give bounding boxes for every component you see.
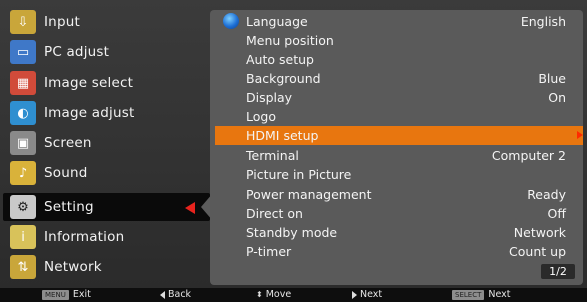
key-guide-footer: MENU Exit Back ⬍ Move Next SELECT Next [0, 288, 587, 302]
image-select-icon: ▦ [10, 71, 36, 95]
setting-value: Off [547, 206, 566, 221]
information-icon: i [10, 225, 36, 249]
setting-label: Language [246, 14, 308, 29]
menu-item-screen[interactable]: ▣ Screen [3, 129, 210, 157]
setting-value: On [548, 90, 566, 105]
menu-item-setting[interactable]: ⚙ Setting [3, 193, 213, 221]
footer-select-label: Next [488, 289, 511, 300]
menu-item-label: Screen [44, 135, 92, 151]
screen-icon: ▣ [10, 131, 36, 155]
menu-item-input[interactable]: ⇩ Input [3, 8, 210, 36]
setting-label: Background [246, 71, 321, 86]
menu-item-label: Sound [44, 165, 88, 181]
footer-back-label: Back [168, 289, 192, 300]
setting-value: English [520, 14, 566, 29]
menu-item-image-select[interactable]: ▦ Image select [3, 69, 210, 97]
setting-value: Blue [538, 71, 566, 86]
setting-row-logo[interactable]: Logo [218, 107, 576, 126]
footer-next: Next [352, 289, 382, 300]
setting-label: Display [246, 90, 293, 105]
selection-arrow-icon [185, 202, 195, 214]
right-arrow-icon [352, 290, 357, 299]
setting-value: Computer 2 [491, 148, 566, 163]
footer-back: Back [160, 289, 191, 300]
network-icon: ⇅ [10, 255, 36, 279]
setting-row-menu-position[interactable]: Menu position [218, 31, 576, 50]
menu-item-pc-adjust[interactable]: ▭ PC adjust [3, 38, 210, 66]
menu-item-label: Image select [44, 75, 134, 91]
setting-row-hdmi-setup[interactable]: HDMI setup [215, 126, 583, 145]
footer-move-label: Move [265, 289, 292, 300]
input-icon: ⇩ [10, 10, 36, 34]
setting-label: HDMI setup [246, 128, 319, 143]
setting-label: Logo [246, 109, 276, 124]
footer-exit-label: Exit [72, 289, 91, 300]
menu-item-label: Network [44, 259, 102, 275]
footer-next-label: Next [360, 289, 383, 300]
left-arrow-icon [160, 290, 165, 299]
footer-exit: MENU Exit [42, 289, 91, 300]
footer-move: ⬍ Move [256, 289, 291, 300]
setting-icon: ⚙ [10, 195, 36, 219]
menu-item-label: PC adjust [44, 44, 110, 60]
menu-item-information[interactable]: i Information [3, 223, 210, 251]
setting-row-display[interactable]: Display On [218, 88, 576, 107]
up-down-arrow-icon: ⬍ [256, 290, 263, 299]
setting-row-standby-mode[interactable]: Standby mode Network [218, 223, 576, 242]
setting-row-background[interactable]: Background Blue [218, 69, 576, 88]
setting-row-direct-on[interactable]: Direct on Off [218, 204, 576, 223]
select-key-icon: SELECT [452, 289, 485, 300]
setting-row-language[interactable]: Language English [218, 12, 576, 31]
main-menu: ⇩ Input ▭ PC adjust ▦ Image select ◐ Ima… [3, 8, 213, 285]
page-indicator: 1/2 [541, 264, 575, 279]
setting-row-power-management[interactable]: Power management Ready [218, 185, 576, 204]
menu-item-label: Information [44, 229, 125, 245]
setting-label: Standby mode [246, 225, 338, 240]
menu-item-image-adjust[interactable]: ◐ Image adjust [3, 99, 210, 127]
menu-key-icon: MENU [42, 289, 69, 300]
setting-value: Ready [527, 187, 566, 202]
menu-item-label: Image adjust [44, 105, 135, 121]
menu-item-sound[interactable]: ♪ Sound [3, 159, 210, 187]
menu-item-network[interactable]: ⇅ Network [3, 253, 210, 281]
setting-row-auto-setup[interactable]: Auto setup [218, 50, 576, 69]
setting-row-picture-in-picture[interactable]: Picture in Picture [218, 165, 576, 184]
setting-row-p-timer[interactable]: P-timer Count up [218, 242, 576, 261]
setting-label: P-timer [246, 244, 292, 259]
image-adjust-icon: ◐ [10, 101, 36, 125]
globe-icon [223, 13, 239, 29]
setting-submenu: Language English Menu position Auto setu… [210, 10, 583, 285]
setting-label: Menu position [246, 33, 334, 48]
setting-label: Power management [246, 187, 372, 202]
setting-label: Direct on [246, 206, 303, 221]
setting-label: Auto setup [246, 52, 314, 67]
sound-icon: ♪ [10, 161, 36, 185]
setting-label: Picture in Picture [246, 167, 352, 182]
setting-label: Terminal [246, 148, 299, 163]
menu-item-label: Input [44, 14, 80, 30]
osd-menu-frame: ⇩ Input ▭ PC adjust ▦ Image select ◐ Ima… [0, 0, 587, 288]
setting-value: Count up [509, 244, 566, 259]
setting-value: Network [513, 225, 566, 240]
pc-adjust-icon: ▭ [10, 40, 36, 64]
setting-row-terminal[interactable]: Terminal Computer 2 [218, 146, 576, 165]
submenu-arrow-icon [577, 131, 583, 139]
footer-select: SELECT Next [452, 289, 511, 300]
menu-item-label: Setting [44, 199, 94, 215]
